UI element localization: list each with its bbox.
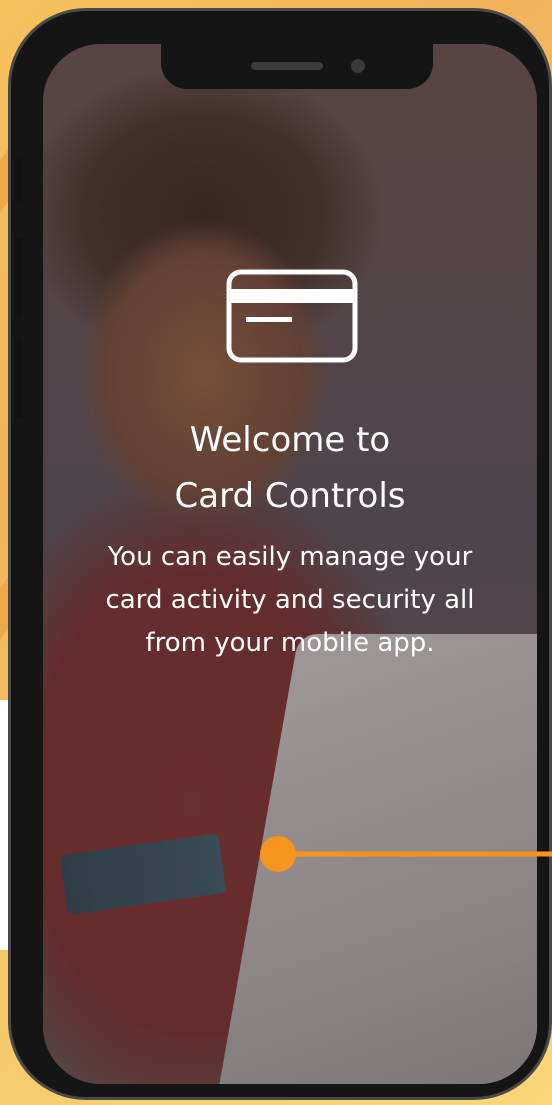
phone-frame: Welcome to Card Controls You can easily … [8,8,552,1100]
side-button-volume-up [15,237,23,317]
welcome-description: You can easily manage your card activity… [105,542,475,658]
phone-notch [161,44,433,89]
welcome-title: Welcome to Card Controls [43,412,537,524]
front-camera [351,59,365,73]
welcome-title-line1: Welcome to [189,420,391,460]
welcome-title-line2: Card Controls [174,476,406,516]
callout-connector [260,836,552,872]
credit-card-icon [226,269,358,367]
side-button-silent [15,159,23,201]
side-button-volume-down [15,339,23,419]
phone-screen: Welcome to Card Controls You can easily … [43,44,537,1084]
speaker-grille [251,62,323,70]
callout-dot [260,836,296,872]
